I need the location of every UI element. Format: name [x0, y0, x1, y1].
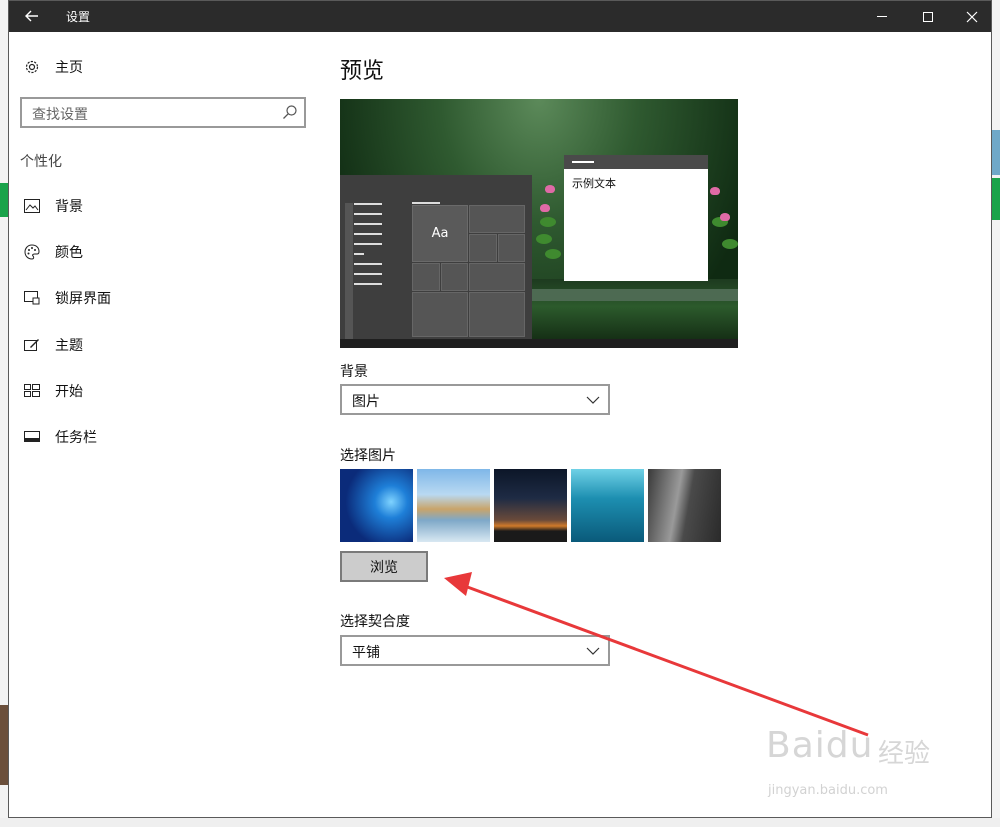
chevron-down-icon [586, 396, 600, 404]
background-app-bottom-edge [0, 818, 1000, 827]
sidebar-item-label: 主题 [55, 338, 83, 354]
sidebar-item-lock-screen[interactable]: 锁屏界面 [21, 286, 111, 310]
window-title: 设置 [66, 10, 91, 24]
background-photo-strip [0, 705, 8, 785]
sidebar-item-label: 颜色 [55, 245, 83, 261]
background-dropdown[interactable]: 图片 [340, 384, 610, 415]
browse-button[interactable]: 浏览 [340, 551, 428, 582]
picture-thumbnails [340, 469, 721, 542]
sidebar-item-colors[interactable]: 颜色 [21, 240, 83, 264]
minimize-icon [877, 16, 887, 17]
close-button[interactable] [949, 1, 995, 32]
background-app-left-edge [0, 0, 8, 827]
preview-window-title-line [572, 161, 594, 163]
preview-tile [469, 292, 525, 337]
search-input[interactable]: 查找设置 [20, 97, 306, 128]
preview-tile-group-bar [412, 202, 440, 204]
sidebar-item-label: 主页 [55, 60, 83, 76]
watermark-brand-part1: Bai [766, 725, 826, 766]
watermark-url: jingyan.baidu.com [768, 783, 888, 798]
preview-start-list-line [354, 203, 382, 205]
preview-start-list-line [354, 263, 382, 265]
fit-label: 选择契合度 [340, 614, 410, 630]
sidebar-item-label: 锁屏界面 [55, 291, 111, 307]
watermark-brand-part2: du [825, 725, 874, 766]
watermark-brand: Baidu [766, 725, 873, 766]
sidebar-item-start[interactable]: 开始 [21, 379, 83, 403]
preview-leaf [540, 217, 556, 227]
preview-start-list [354, 203, 382, 293]
thumbnail-windows-blue[interactable] [340, 469, 413, 542]
preview-start-list-line [354, 213, 382, 215]
section-heading: 个性化 [20, 154, 62, 170]
preview-start-menu: Aa [340, 175, 532, 348]
thumbnail-beach-rocks[interactable] [417, 469, 490, 542]
back-arrow-icon[interactable] [17, 5, 47, 27]
search-icon[interactable] [282, 104, 298, 120]
preview-lotus [720, 213, 730, 221]
lock-screen-icon [21, 289, 43, 307]
background-dropdown-value: 图片 [352, 394, 380, 410]
preview-lotus [540, 204, 550, 212]
preview-start-list-line [354, 283, 382, 285]
watermark-cn: 经验 [878, 739, 931, 769]
preview-tile [498, 234, 525, 262]
preview-start-list-line [354, 273, 382, 275]
sidebar-item-themes[interactable]: 主题 [21, 333, 83, 357]
preview-taskbar [340, 339, 738, 348]
title-bar: 设置 [9, 1, 991, 32]
preview-start-list-line [354, 243, 382, 245]
gear-icon [21, 58, 43, 76]
preview-tile [412, 263, 440, 291]
thumbnail-night-sky[interactable] [494, 469, 567, 542]
preview-tile-aa: Aa [412, 205, 468, 262]
close-icon [966, 11, 978, 22]
preview-sample-text: 示例文本 [572, 177, 616, 190]
preview-tile [412, 292, 468, 337]
search-placeholder: 查找设置 [32, 107, 88, 123]
preview-start-list-line [354, 253, 364, 255]
picture-icon [21, 197, 43, 215]
background-label: 背景 [340, 364, 368, 380]
preview-leaf [536, 234, 552, 244]
preview-sample-window: 示例文本 [564, 155, 708, 281]
preview-tile [469, 205, 525, 233]
thumbnail-rock-cliff[interactable] [648, 469, 721, 542]
maximize-button[interactable] [905, 1, 951, 32]
preview-start-column [345, 203, 353, 343]
preview-water [532, 289, 738, 301]
preview-start-list-line [354, 223, 382, 225]
taskbar-icon [21, 428, 43, 446]
minimize-button[interactable] [859, 1, 905, 32]
palette-icon [21, 243, 43, 261]
choose-picture-label: 选择图片 [340, 448, 396, 464]
sidebar-item-label: 开始 [55, 384, 83, 400]
fit-dropdown-value: 平铺 [352, 645, 380, 661]
sidebar-item-taskbar[interactable]: 任务栏 [21, 425, 97, 449]
theme-brush-icon [21, 336, 43, 354]
sidebar-item-home[interactable]: 主页 [21, 55, 83, 79]
fit-dropdown[interactable]: 平铺 [340, 635, 610, 666]
sidebar-item-label: 任务栏 [55, 430, 97, 446]
baidu-watermark: Baidu 经验 jingyan.baidu.com [766, 715, 946, 810]
background-green-strip [0, 183, 8, 217]
preview-image: Aa 示例文本 [340, 99, 738, 348]
page-title: 预览 [340, 59, 385, 84]
preview-lotus [710, 187, 720, 195]
maximize-icon [923, 11, 933, 22]
preview-tile [469, 234, 497, 262]
preview-leaf [722, 239, 738, 249]
thumbnail-underwater[interactable] [571, 469, 644, 542]
sidebar-item-background[interactable]: 背景 [21, 194, 83, 218]
settings-window: 设置 主页 查找设置 个性化 背景 颜色 锁屏界面 主题 开始 任务栏 预览 A… [8, 0, 992, 818]
preview-start-list-line [354, 233, 382, 235]
chevron-down-icon [586, 647, 600, 655]
preview-leaf [545, 249, 561, 259]
preview-tile [441, 263, 468, 291]
preview-lotus [545, 185, 555, 193]
start-grid-icon [21, 382, 43, 400]
preview-tile [469, 263, 525, 291]
sidebar-item-label: 背景 [55, 199, 83, 215]
preview-window-titlebar [564, 155, 708, 169]
